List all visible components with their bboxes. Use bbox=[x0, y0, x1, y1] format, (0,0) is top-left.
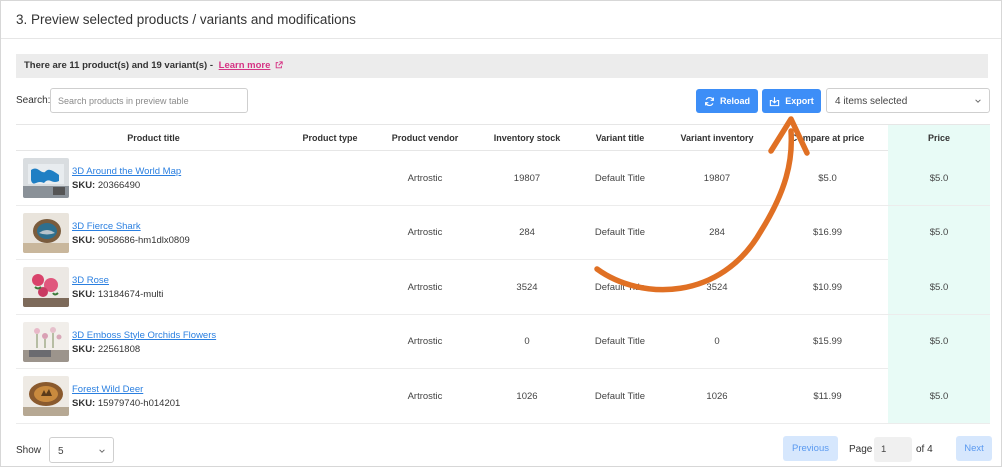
column-header: Product type bbox=[302, 133, 358, 143]
product-thumbnail bbox=[23, 267, 69, 307]
table-row: 3D Rose SKU: 13184674-multi Artrostic 35… bbox=[16, 260, 990, 315]
external-link-icon bbox=[275, 61, 283, 69]
column-header: Price bbox=[888, 125, 990, 151]
compare-price-cell: $5.0 bbox=[818, 172, 837, 184]
notice-text: There are 11 product(s) and 19 variant(s… bbox=[24, 60, 214, 71]
next-page-button[interactable]: Next bbox=[956, 436, 992, 461]
column-header: Product title bbox=[127, 133, 180, 143]
inventory-stock-cell: 1026 bbox=[516, 390, 538, 402]
page-count: of 4 bbox=[916, 444, 933, 455]
search-input[interactable] bbox=[50, 88, 248, 113]
price-cell: $5.0 bbox=[888, 369, 990, 423]
product-type-cell bbox=[291, 315, 369, 369]
product-thumbnail bbox=[23, 212, 69, 253]
selection-dropdown[interactable]: 4 items selected bbox=[826, 88, 990, 113]
vendor-cell: Artrostic bbox=[407, 336, 443, 347]
product-type-cell bbox=[291, 369, 369, 423]
product-thumbnail bbox=[23, 321, 69, 362]
variant-inventory-cell: 1026 bbox=[706, 390, 728, 402]
table-row: 3D Emboss Style Orchids Flowers SKU: 225… bbox=[16, 314, 990, 369]
preview-panel: 3. Preview selected products / variants … bbox=[0, 0, 1002, 467]
chevron-down-icon bbox=[99, 449, 105, 453]
price-cell: $5.0 bbox=[888, 205, 990, 260]
product-sku: SKU: 9058686-hm1dlx0809 bbox=[72, 234, 190, 246]
product-title-link[interactable]: 3D Rose bbox=[72, 275, 163, 286]
product-title-link[interactable]: Forest Wild Deer bbox=[72, 384, 180, 395]
show-label: Show bbox=[16, 445, 42, 456]
product-title-link[interactable]: 3D Around the World Map bbox=[72, 166, 181, 177]
reload-button[interactable]: Reload bbox=[696, 89, 758, 113]
search-label: Search: bbox=[16, 95, 51, 106]
export-button[interactable]: Export bbox=[762, 89, 821, 113]
page-number-input[interactable] bbox=[874, 437, 912, 462]
compare-price-cell: $10.99 bbox=[812, 281, 843, 293]
product-type-cell bbox=[291, 151, 369, 205]
table-row: 3D Around the World Map SKU: 20366490 Ar… bbox=[16, 151, 990, 206]
inventory-stock-cell: 284 bbox=[519, 227, 535, 238]
table-header: Product title Product type Product vendo… bbox=[16, 124, 990, 151]
vendor-cell: Artrostic bbox=[407, 172, 443, 184]
column-header: Variant inventory bbox=[680, 133, 754, 143]
product-type-cell bbox=[291, 260, 369, 314]
compare-price-cell: $15.99 bbox=[812, 336, 843, 347]
product-sku: SKU: 15979740-h014201 bbox=[72, 398, 181, 409]
page-size-value: 5 bbox=[58, 446, 64, 457]
preview-table: Product title Product type Product vendo… bbox=[16, 124, 990, 424]
compare-price-cell: $11.99 bbox=[813, 390, 842, 402]
table-row: 3D Fierce Shark SKU: 9058686-hm1dlx0809 … bbox=[16, 205, 990, 260]
product-sku: SKU: 20366490 bbox=[72, 180, 141, 191]
panel-header: 3. Preview selected products / variants … bbox=[1, 1, 1001, 39]
variant-title-cell: Default Title bbox=[594, 227, 646, 238]
learn-more-link[interactable]: Learn more bbox=[219, 60, 271, 71]
price-cell: $5.0 bbox=[888, 314, 990, 369]
variant-inventory-cell: 284 bbox=[709, 227, 725, 238]
variant-inventory-cell: 0 bbox=[714, 336, 720, 347]
reload-label: Reload bbox=[719, 96, 750, 106]
page-size-select[interactable]: 5 bbox=[49, 437, 114, 463]
refresh-icon bbox=[705, 96, 714, 106]
product-type-cell bbox=[291, 206, 369, 260]
page-label: Page bbox=[849, 444, 873, 455]
vendor-cell: Artrostic bbox=[407, 227, 443, 238]
page-title: 3. Preview selected products / variants … bbox=[16, 12, 356, 27]
variant-title-cell: Default Title bbox=[594, 390, 646, 402]
variant-title-cell: Default Title bbox=[594, 281, 646, 293]
export-label: Export bbox=[785, 96, 814, 106]
variant-title-cell: Default Title bbox=[594, 336, 646, 347]
price-cell: $5.0 bbox=[888, 260, 990, 314]
download-icon bbox=[770, 96, 780, 106]
product-sku: SKU: 13184674-multi bbox=[72, 289, 164, 300]
vendor-cell: Artrostic bbox=[407, 281, 443, 293]
selection-value: 4 items selected bbox=[835, 96, 908, 107]
summary-notice: There are 11 product(s) and 19 variant(s… bbox=[16, 54, 988, 78]
column-header: Inventory stock bbox=[493, 133, 561, 143]
table-row: Forest Wild Deer SKU: 15979740-h014201 A… bbox=[16, 369, 990, 424]
vendor-cell: Artrostic bbox=[407, 390, 443, 402]
column-header: Variant title bbox=[595, 133, 645, 143]
product-title-link[interactable]: 3D Fierce Shark bbox=[72, 221, 190, 232]
price-cell: $5.0 bbox=[888, 151, 990, 205]
chevron-down-icon bbox=[975, 99, 981, 103]
product-title-link[interactable]: 3D Emboss Style Orchids Flowers bbox=[72, 330, 216, 341]
previous-page-button[interactable]: Previous bbox=[783, 436, 838, 461]
variant-inventory-cell: 3524 bbox=[706, 281, 728, 293]
inventory-stock-cell: 19807 bbox=[513, 172, 541, 184]
inventory-stock-cell: 3524 bbox=[516, 281, 538, 293]
variant-title-cell: Default Title bbox=[594, 172, 646, 184]
product-thumbnail bbox=[23, 158, 69, 198]
notice-text-wrap: There are 11 product(s) and 19 variant(s… bbox=[24, 60, 283, 71]
column-header: Product vendor bbox=[391, 133, 459, 143]
column-header: Compare at price bbox=[790, 133, 865, 143]
product-sku: SKU: 22561808 bbox=[72, 343, 141, 355]
compare-price-cell: $16.99 bbox=[812, 227, 843, 238]
inventory-stock-cell: 0 bbox=[524, 336, 530, 347]
variant-inventory-cell: 19807 bbox=[703, 172, 731, 184]
product-thumbnail bbox=[23, 376, 69, 416]
